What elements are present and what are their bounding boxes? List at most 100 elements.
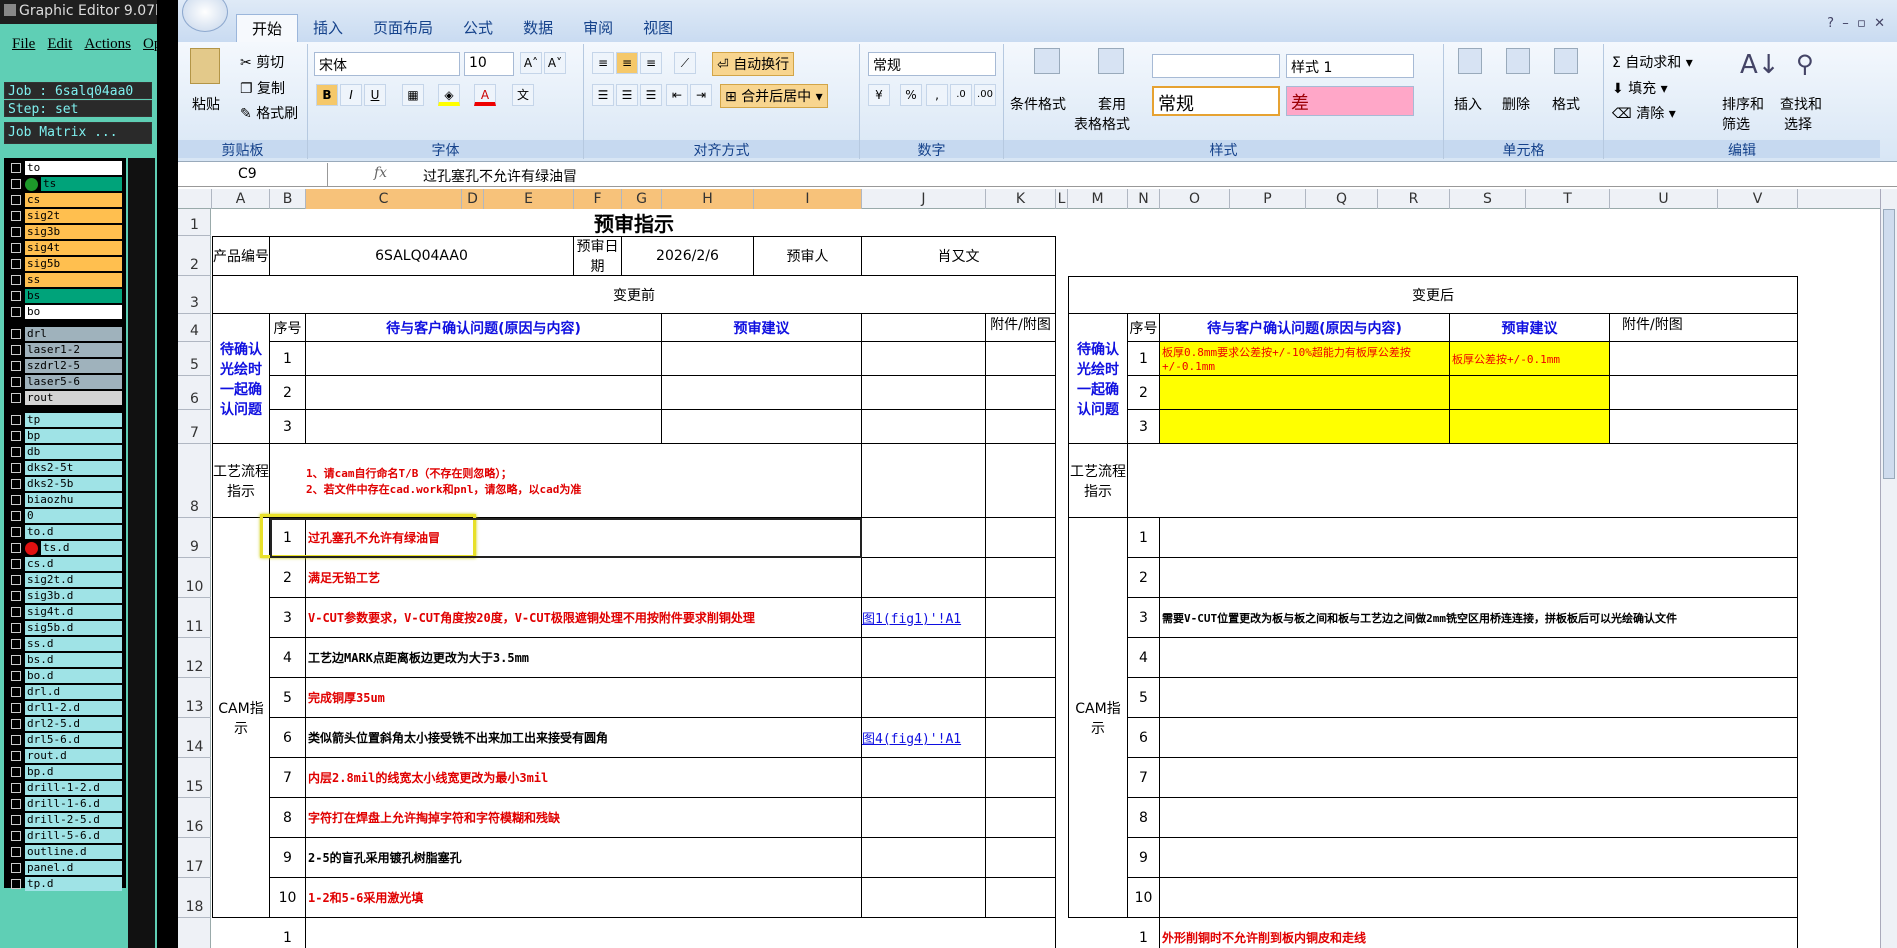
after-cam-seq[interactable]: 10 bbox=[1128, 878, 1160, 918]
layer-row[interactable]: dks2-5t bbox=[6, 460, 124, 476]
layer-checkbox[interactable] bbox=[11, 591, 21, 601]
layer-checkbox[interactable] bbox=[11, 259, 21, 269]
font-color-button[interactable]: A bbox=[474, 84, 496, 106]
delete-cells-button[interactable]: 删除 bbox=[1502, 94, 1530, 114]
tab-5[interactable]: 审阅 bbox=[568, 14, 628, 42]
column-header[interactable]: D bbox=[462, 189, 484, 209]
cam-seq[interactable]: 4 bbox=[270, 638, 306, 678]
conditional-format-button[interactable]: 条件格式 bbox=[1010, 94, 1066, 114]
column-header[interactable]: H bbox=[662, 189, 754, 209]
layer-checkbox[interactable] bbox=[11, 703, 21, 713]
confirm-label[interactable]: 待确认光绘时一起确认问题 bbox=[212, 314, 270, 444]
menu-actions[interactable]: Actions bbox=[84, 36, 131, 52]
cam-item-attach[interactable] bbox=[986, 758, 1056, 798]
blank-cell[interactable] bbox=[862, 410, 986, 444]
cam-item-text[interactable]: 2-5的盲孔采用镀孔树脂塞孔 bbox=[306, 838, 862, 878]
seq-cell[interactable]: 2 bbox=[270, 376, 306, 410]
column-header[interactable]: F bbox=[574, 189, 622, 209]
layer-checkbox[interactable] bbox=[11, 543, 21, 553]
cam-item-link[interactable] bbox=[862, 878, 986, 918]
format-painter-button[interactable]: ✎ 格式刷 bbox=[240, 103, 298, 123]
office-button[interactable] bbox=[182, 0, 228, 32]
cam-item-attach[interactable] bbox=[986, 558, 1056, 598]
after-cam-text[interactable]: 需要V-CUT位置更改为板与板之间和板与工艺边之间做2mm铣空区用桥连连接，拼板… bbox=[1160, 598, 1798, 638]
formula-input[interactable]: 过孔塞孔不允许有绿油冒 bbox=[423, 166, 577, 186]
find-select-button[interactable]: 查找和 bbox=[1780, 94, 1822, 114]
layer-checkbox[interactable] bbox=[11, 767, 21, 777]
column-header[interactable]: R bbox=[1378, 189, 1450, 209]
row19-text[interactable] bbox=[306, 918, 1056, 948]
column-header[interactable]: T bbox=[1526, 189, 1610, 209]
format-table-button[interactable]: 套用 bbox=[1098, 94, 1126, 114]
layer-row[interactable]: ss.d bbox=[6, 636, 124, 652]
layer-row[interactable]: to.d bbox=[6, 524, 124, 540]
after-seq-cell[interactable]: 2 bbox=[1128, 376, 1160, 410]
after-cam-seq[interactable]: 1 bbox=[1128, 518, 1160, 558]
row-header[interactable]: 3 bbox=[178, 276, 211, 314]
layer-checkbox[interactable] bbox=[11, 243, 21, 253]
cam-item-link[interactable] bbox=[862, 798, 986, 838]
process-attach[interactable] bbox=[986, 444, 1056, 518]
row-header[interactable]: 9 bbox=[178, 518, 211, 558]
after-cam-seq[interactable]: 2 bbox=[1128, 558, 1160, 598]
layer-checkbox[interactable] bbox=[11, 329, 21, 339]
issue-cell[interactable] bbox=[306, 410, 662, 444]
issue-cell[interactable] bbox=[306, 376, 662, 410]
after-attach-header[interactable]: 附件/附图 bbox=[1610, 314, 1798, 342]
after-header[interactable]: 变更后 bbox=[1068, 276, 1798, 314]
layer-row[interactable]: sig4t bbox=[6, 240, 124, 256]
menu-edit[interactable]: Edit bbox=[47, 36, 72, 52]
layer-row[interactable]: bs.d bbox=[6, 652, 124, 668]
after-advice-header[interactable]: 预审建议 bbox=[1450, 314, 1610, 342]
tab-4[interactable]: 数据 bbox=[508, 14, 568, 42]
align-top-button[interactable]: ≡ bbox=[592, 52, 614, 74]
blank-cell[interactable] bbox=[862, 376, 986, 410]
cam-item-link[interactable]: 图1(fig1)'!A1 bbox=[862, 598, 986, 638]
layer-row[interactable]: drill-2-5.d bbox=[6, 812, 124, 828]
cam-item-attach[interactable] bbox=[986, 718, 1056, 758]
layer-checkbox[interactable] bbox=[11, 275, 21, 285]
after-cam-seq[interactable]: 9 bbox=[1128, 838, 1160, 878]
column-header[interactable]: U bbox=[1610, 189, 1718, 209]
cam-item-link[interactable]: 图4(fig4)'!A1 bbox=[862, 718, 986, 758]
layer-checkbox[interactable] bbox=[11, 863, 21, 873]
layer-row[interactable]: szdrl2-5 bbox=[6, 358, 124, 374]
percent-button[interactable]: % bbox=[900, 84, 922, 106]
layer-checkbox[interactable] bbox=[11, 639, 21, 649]
after-cam-seq[interactable]: 6 bbox=[1128, 718, 1160, 758]
align-center-button[interactable]: ☰ bbox=[616, 84, 638, 106]
layer-checkbox[interactable] bbox=[11, 415, 21, 425]
layer-row[interactable]: sig2t bbox=[6, 208, 124, 224]
layer-checkbox[interactable] bbox=[11, 345, 21, 355]
layer-row[interactable]: cs.d bbox=[6, 556, 124, 572]
layer-row[interactable]: sig2t.d bbox=[6, 572, 124, 588]
column-header[interactable]: A bbox=[212, 189, 270, 209]
style-bad[interactable]: 差 bbox=[1286, 86, 1414, 116]
row-header[interactable]: 7 bbox=[178, 410, 211, 444]
column-header[interactable]: G bbox=[622, 189, 662, 209]
layer-checkbox[interactable] bbox=[11, 847, 21, 857]
after-cam-text[interactable] bbox=[1160, 758, 1798, 798]
find-select-button-2[interactable]: 选择 bbox=[1784, 114, 1812, 134]
column-header[interactable]: E bbox=[484, 189, 574, 209]
cam-seq[interactable]: 9 bbox=[270, 838, 306, 878]
cam-item-attach[interactable] bbox=[986, 598, 1056, 638]
after-cam-text[interactable] bbox=[1160, 518, 1798, 558]
cam-item-text[interactable]: 字符打在焊盘上允许掏掉字符和字符模糊和残缺 bbox=[306, 798, 862, 838]
layer-row[interactable]: ss bbox=[6, 272, 124, 288]
bold-button[interactable]: B bbox=[316, 84, 338, 106]
minimize-icon[interactable]: – bbox=[1842, 16, 1849, 31]
layer-checkbox[interactable] bbox=[11, 799, 21, 809]
after-seq-cell[interactable]: 3 bbox=[1128, 410, 1160, 444]
advice-cell[interactable] bbox=[662, 342, 862, 376]
tab-0[interactable]: 开始 bbox=[236, 14, 299, 42]
underline-button[interactable]: U bbox=[364, 84, 386, 106]
italic-button[interactable]: I bbox=[340, 84, 362, 106]
row-header[interactable]: 5 bbox=[178, 342, 211, 376]
layer-checkbox[interactable] bbox=[11, 831, 21, 841]
column-header[interactable]: V bbox=[1718, 189, 1798, 209]
layer-row[interactable]: drill-1-6.d bbox=[6, 796, 124, 812]
cam-label[interactable]: CAM指示 bbox=[212, 518, 270, 918]
currency-button[interactable]: ¥ bbox=[868, 84, 890, 106]
after-issue-header[interactable]: 待与客户确认问题(原因与内容) bbox=[1160, 314, 1450, 342]
